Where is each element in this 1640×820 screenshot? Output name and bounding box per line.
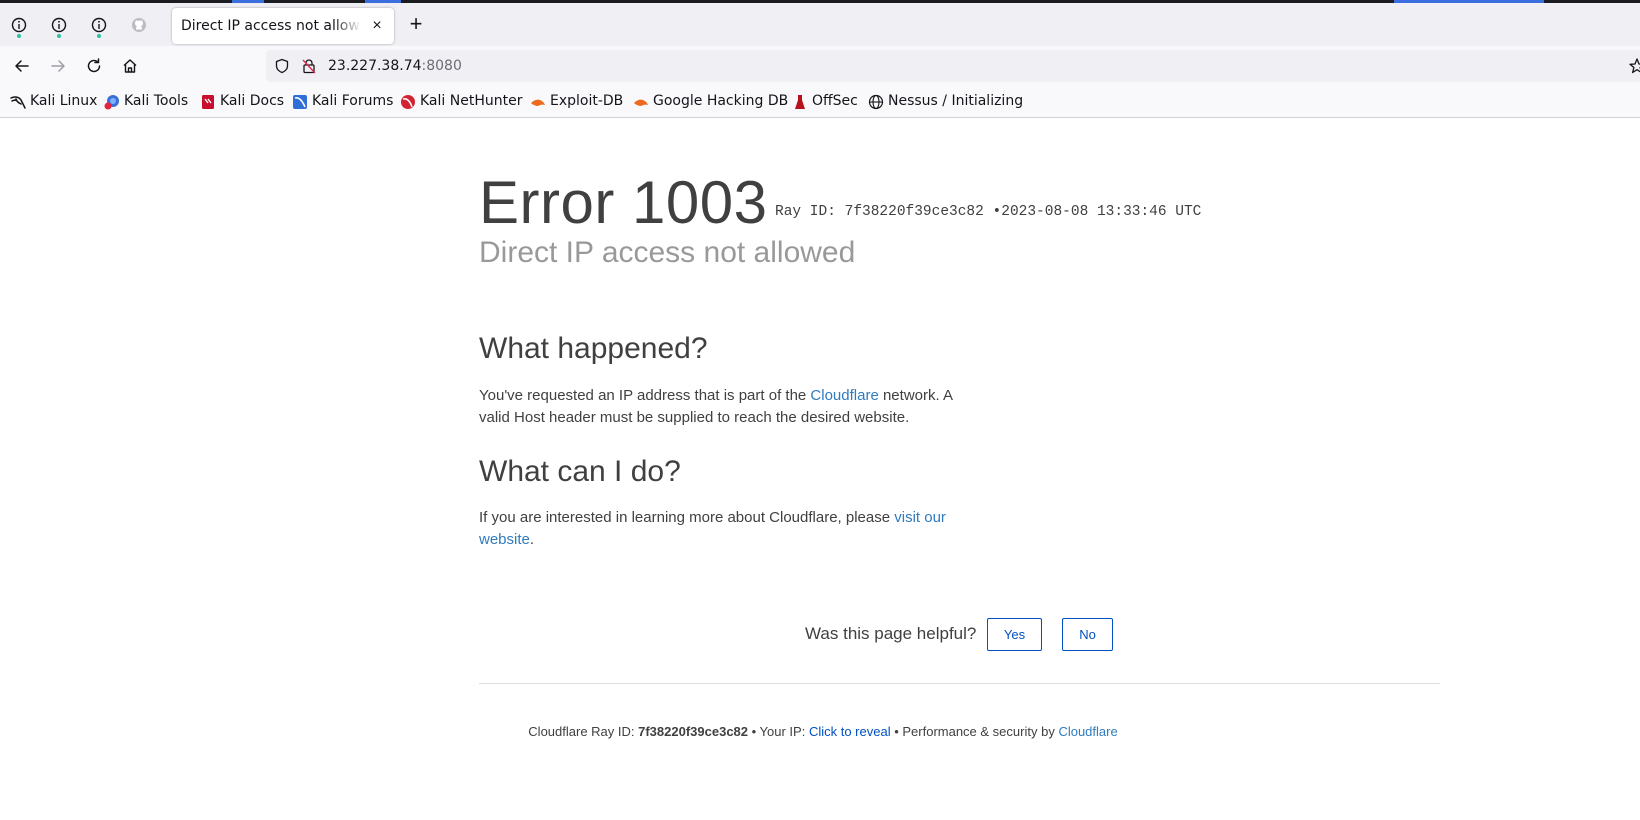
ray-id: Ray ID: 7f38220f39ce3c82 <box>775 204 984 220</box>
footer-cloudflare-link[interactable]: Cloudflare <box>1058 724 1117 739</box>
what-happened-text-before: You've requested an IP address that is p… <box>479 387 811 404</box>
home-button[interactable] <box>118 54 142 78</box>
reload-button[interactable] <box>82 54 106 78</box>
reload-icon <box>87 58 101 73</box>
info-icon <box>11 17 27 33</box>
bookmark-label: Nessus / Initializing <box>888 93 1024 109</box>
bookmarks-toolbar: Kali Linux Kali Tools Kali Docs Kali For… <box>0 86 1640 118</box>
bookmark-label: Kali Forums <box>312 93 394 109</box>
what-happened-text: You've requested an IP address that is p… <box>479 385 969 429</box>
bookmark-label: Google Hacking DB <box>653 93 789 109</box>
tab-strip: Direct IP access not allowed | 23.227.38… <box>0 3 1640 46</box>
url-port: :8080 <box>421 58 462 74</box>
back-button[interactable] <box>10 54 34 78</box>
what-can-i-do-text-before: If you are interested in learning more a… <box>479 509 895 526</box>
address-bar[interactable]: 23.227.38.74:8080 <box>266 50 1640 82</box>
footer-ray-id: 7f38220f39ce3c82 <box>638 724 749 739</box>
bookmark-label: Kali Tools <box>124 93 189 109</box>
page-content: Error 1003 Ray ID: 7f38220f39ce3c82 •202… <box>0 118 1640 820</box>
arrow-left-icon <box>15 60 29 72</box>
forward-button[interactable] <box>46 54 70 78</box>
pinned-tab-2[interactable] <box>47 13 71 38</box>
what-can-i-do-heading: What can I do? <box>479 455 681 488</box>
kali-dragon-icon <box>10 96 26 109</box>
offsec-icon <box>795 95 805 109</box>
url-host: 23.227.38.74 <box>328 58 422 74</box>
reveal-ip-button[interactable]: Click to reveal <box>809 724 891 739</box>
pinned-tab-1[interactable] <box>7 13 31 38</box>
arrow-right-icon <box>51 60 65 72</box>
bookmark-label: Exploit-DB <box>550 93 624 109</box>
kali-docs-icon <box>202 95 214 109</box>
ray-id-line: Ray ID: 7f38220f39ce3c82 •2023-08-08 13:… <box>775 204 1201 220</box>
home-icon <box>123 59 137 73</box>
bookmark-star-icon[interactable] <box>1628 57 1640 75</box>
error-subtitle: Direct IP access not allowed <box>479 236 856 269</box>
new-tab-button[interactable]: + <box>405 13 427 36</box>
feedback-no-button[interactable]: No <box>1062 618 1113 651</box>
github-icon <box>132 18 146 32</box>
what-happened-heading: What happened? <box>479 332 708 365</box>
kali-tools-icon <box>104 95 119 110</box>
kali-forums-icon <box>293 95 307 109</box>
tab-close-icon[interactable]: × <box>368 17 386 35</box>
footer-divider <box>479 683 1440 684</box>
bookmark-label: Kali Docs <box>220 93 285 109</box>
exploit-db-icon <box>531 99 545 106</box>
insecure-lock-icon[interactable] <box>301 58 317 74</box>
info-icon <box>51 17 67 33</box>
info-icon <box>91 17 107 33</box>
what-can-i-do-text: If you are interested in learning more a… <box>479 507 969 551</box>
ghdb-icon <box>634 99 648 106</box>
shield-icon[interactable] <box>274 58 290 74</box>
what-can-i-do-text-after: . <box>529 531 535 548</box>
cloudflare-link[interactable]: Cloudflare <box>810 387 878 404</box>
bookmark-label: OffSec <box>812 93 858 109</box>
footer-ray-label: Cloudflare Ray ID: <box>528 724 639 739</box>
footer-sep-ip: • Your IP: <box>748 724 809 739</box>
tab-active[interactable]: Direct IP access not allowed | 23.227.38… <box>172 8 394 44</box>
navigation-toolbar: 23.227.38.74:8080 <box>0 46 1640 86</box>
pinned-tab-4[interactable] <box>127 13 151 37</box>
ray-timestamp: 2023-08-08 13:33:46 UTC <box>1001 204 1202 220</box>
bookmark-label: Kali Linux <box>30 93 98 109</box>
globe-icon <box>868 94 884 110</box>
feedback-yes-button[interactable]: Yes <box>987 618 1042 651</box>
error-title: Error 1003 <box>479 169 768 236</box>
url-text[interactable]: 23.227.38.74:8080 <box>328 58 462 74</box>
bookmark-label: Kali NetHunter <box>420 93 523 109</box>
tab-title: Direct IP access not allowed | 23.227.38… <box>181 18 361 34</box>
ray-bullet: • <box>992 204 1002 220</box>
pinned-tab-3[interactable] <box>87 13 111 38</box>
footer-sep-perf: • Performance & security by <box>890 724 1059 739</box>
footer: Cloudflare Ray ID: 7f38220f39ce3c82 • Yo… <box>0 724 1640 739</box>
feedback-question: Was this page helpful? <box>805 624 977 643</box>
nethunter-icon <box>401 95 415 109</box>
